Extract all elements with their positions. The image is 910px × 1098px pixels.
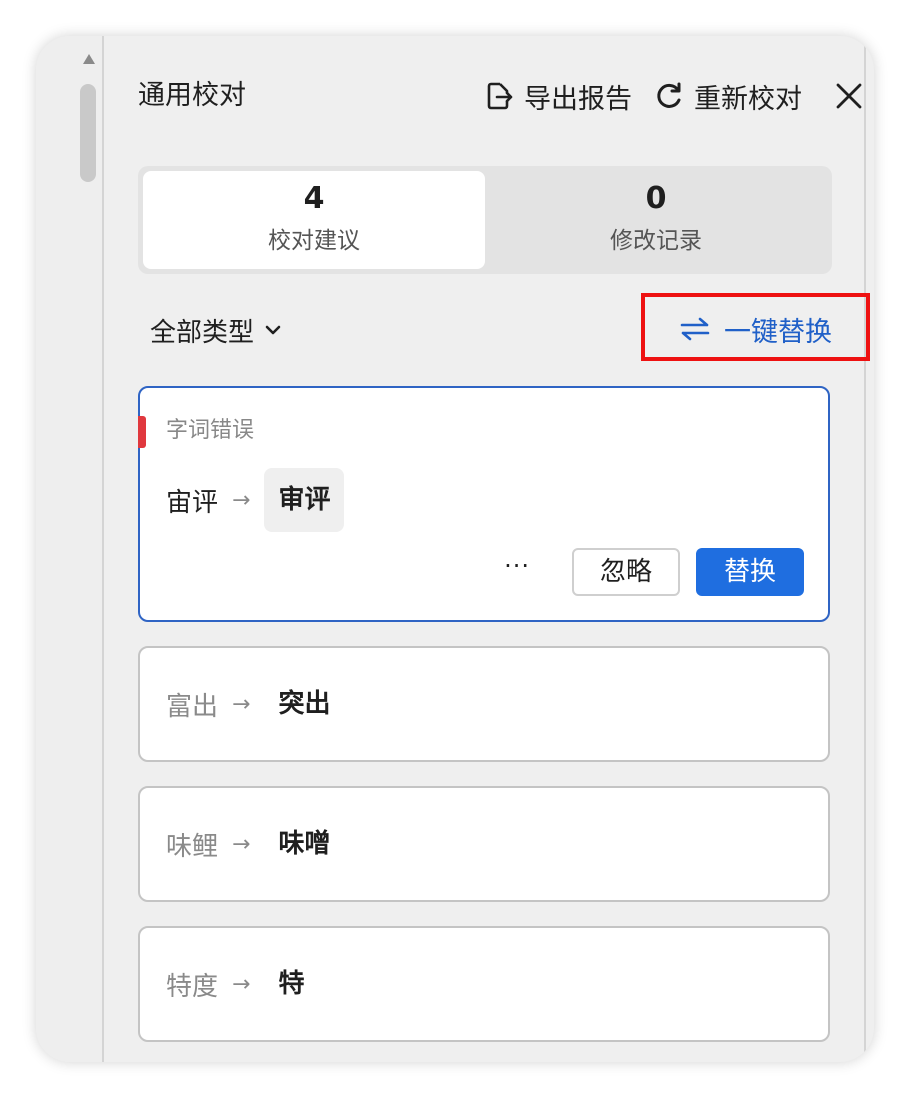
close-button[interactable] [832, 79, 866, 113]
error-marker [138, 416, 146, 448]
correction-row: 味鲤 → 味噌 [166, 812, 344, 876]
card-actions: ··· 忽略 替换 [504, 548, 804, 596]
suggested-text[interactable]: 审评 [264, 468, 345, 532]
original-text: 味鲤 [166, 831, 219, 862]
header-actions: 导出报告 重新校对 [484, 74, 866, 118]
swap-arrows-icon [680, 317, 710, 341]
export-report-button[interactable]: 导出报告 [484, 77, 632, 116]
arrow-right-icon: → [232, 487, 251, 513]
history-count: 0 [645, 181, 667, 216]
suggestions-count: 4 [303, 181, 325, 216]
panel-title: 通用校对 [138, 80, 246, 111]
original-text: 富出 [166, 691, 219, 722]
replace-all-label: 一键替换 [724, 316, 832, 348]
suggestion-card-active[interactable]: 字词错误 宙评 → 审评 ··· 忽略 替换 [138, 386, 830, 622]
suggested-text: 味噌 [278, 829, 331, 859]
proofreading-window: 通用校对 导出报告 重新校对 4 校对建议 0 修改记录 全部类型 一键替换 字… [36, 36, 874, 1062]
replace-all-button[interactable]: 一键替换 [680, 309, 832, 349]
more-options-button[interactable]: ··· [504, 554, 530, 590]
scrollbar[interactable] [36, 36, 104, 1062]
tab-history[interactable]: 0 修改记录 [485, 171, 827, 269]
arrow-right-icon: → [232, 971, 251, 997]
suggestion-card[interactable]: 富出 → 突出 [138, 646, 830, 762]
ignore-button[interactable]: 忽略 [572, 548, 680, 596]
recheck-button[interactable]: 重新校对 [654, 77, 802, 116]
export-icon [487, 82, 513, 110]
recheck-label: 重新校对 [694, 83, 802, 115]
proofreading-panel: 通用校对 导出报告 重新校对 4 校对建议 0 修改记录 全部类型 一键替换 字… [106, 36, 870, 1062]
arrow-right-icon: → [232, 691, 251, 717]
close-icon [836, 83, 862, 109]
scroll-up-arrow-icon[interactable] [83, 54, 95, 64]
suggestion-card[interactable]: 味鲤 → 味噌 [138, 786, 830, 902]
tab-bar: 4 校对建议 0 修改记录 [138, 166, 832, 274]
correction-row: 特度 → 特 [166, 952, 318, 1016]
type-filter-dropdown[interactable]: 全部类型 [150, 310, 282, 350]
arrow-right-icon: → [232, 831, 251, 857]
suggested-text: 特 [278, 969, 305, 999]
suggested-text: 突出 [278, 689, 331, 719]
chevron-down-icon [265, 325, 281, 335]
correction-row: 宙评 → 审评 [166, 468, 345, 532]
refresh-icon [657, 82, 681, 108]
error-type-label: 字词错误 [166, 418, 255, 443]
type-filter-label: 全部类型 [150, 317, 255, 348]
replace-button[interactable]: 替换 [696, 548, 804, 596]
scroll-thumb[interactable] [80, 84, 96, 182]
suggestions-label: 校对建议 [268, 228, 360, 254]
correction-row: 富出 → 突出 [166, 672, 344, 736]
history-label: 修改记录 [610, 228, 702, 254]
original-text: 宙评 [166, 487, 219, 518]
suggestion-card[interactable]: 特度 → 特 [138, 926, 830, 1042]
original-text: 特度 [166, 971, 219, 1002]
export-report-label: 导出报告 [524, 83, 632, 115]
tab-suggestions[interactable]: 4 校对建议 [143, 171, 485, 269]
